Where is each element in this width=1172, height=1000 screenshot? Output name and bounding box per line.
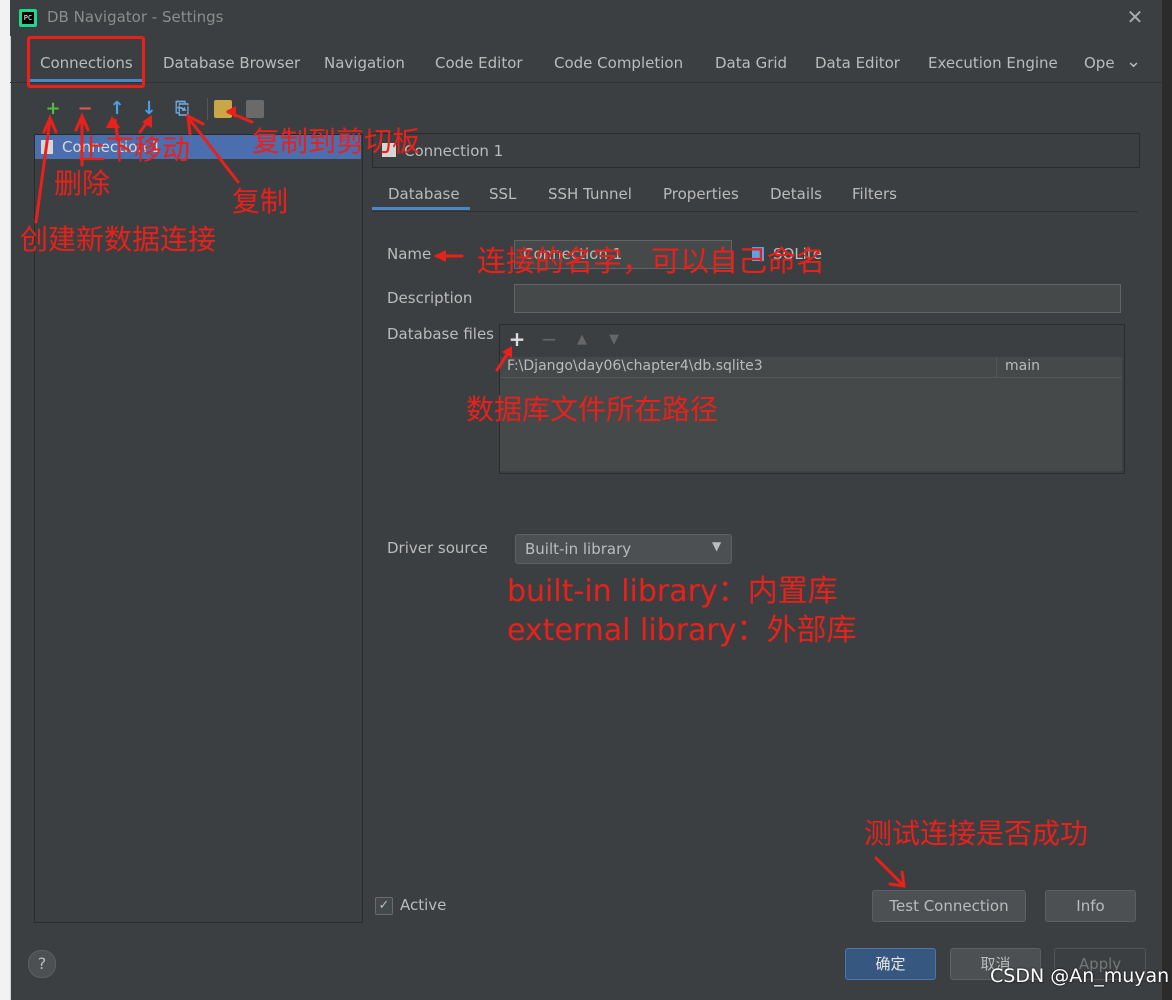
annotation-delete: 删除: [54, 167, 111, 200]
annotation-create-new: 创建新数据连接: [20, 223, 217, 256]
annotation-test-hint: 测试连接是否成功: [864, 817, 1089, 850]
annotation-arrow-create: [34, 118, 52, 224]
annotation-files-hint: 数据库文件所在路径: [466, 393, 719, 426]
annotation-name-hint: 连接的名字，可以自己命名: [477, 244, 826, 278]
annotation-arrow-test: [874, 856, 904, 886]
watermark: CSDN @An_muyan: [990, 965, 1170, 987]
annotation-copy: 复制: [232, 185, 289, 218]
annotation-arrow-copy: [188, 118, 240, 184]
annotation-builtin-hint: built-in library：内置库: [507, 574, 838, 609]
annotation-copy-to-clipboard: 复制到剪切板: [252, 125, 421, 158]
annotation-external-hint: external library：外部库: [507, 613, 857, 648]
